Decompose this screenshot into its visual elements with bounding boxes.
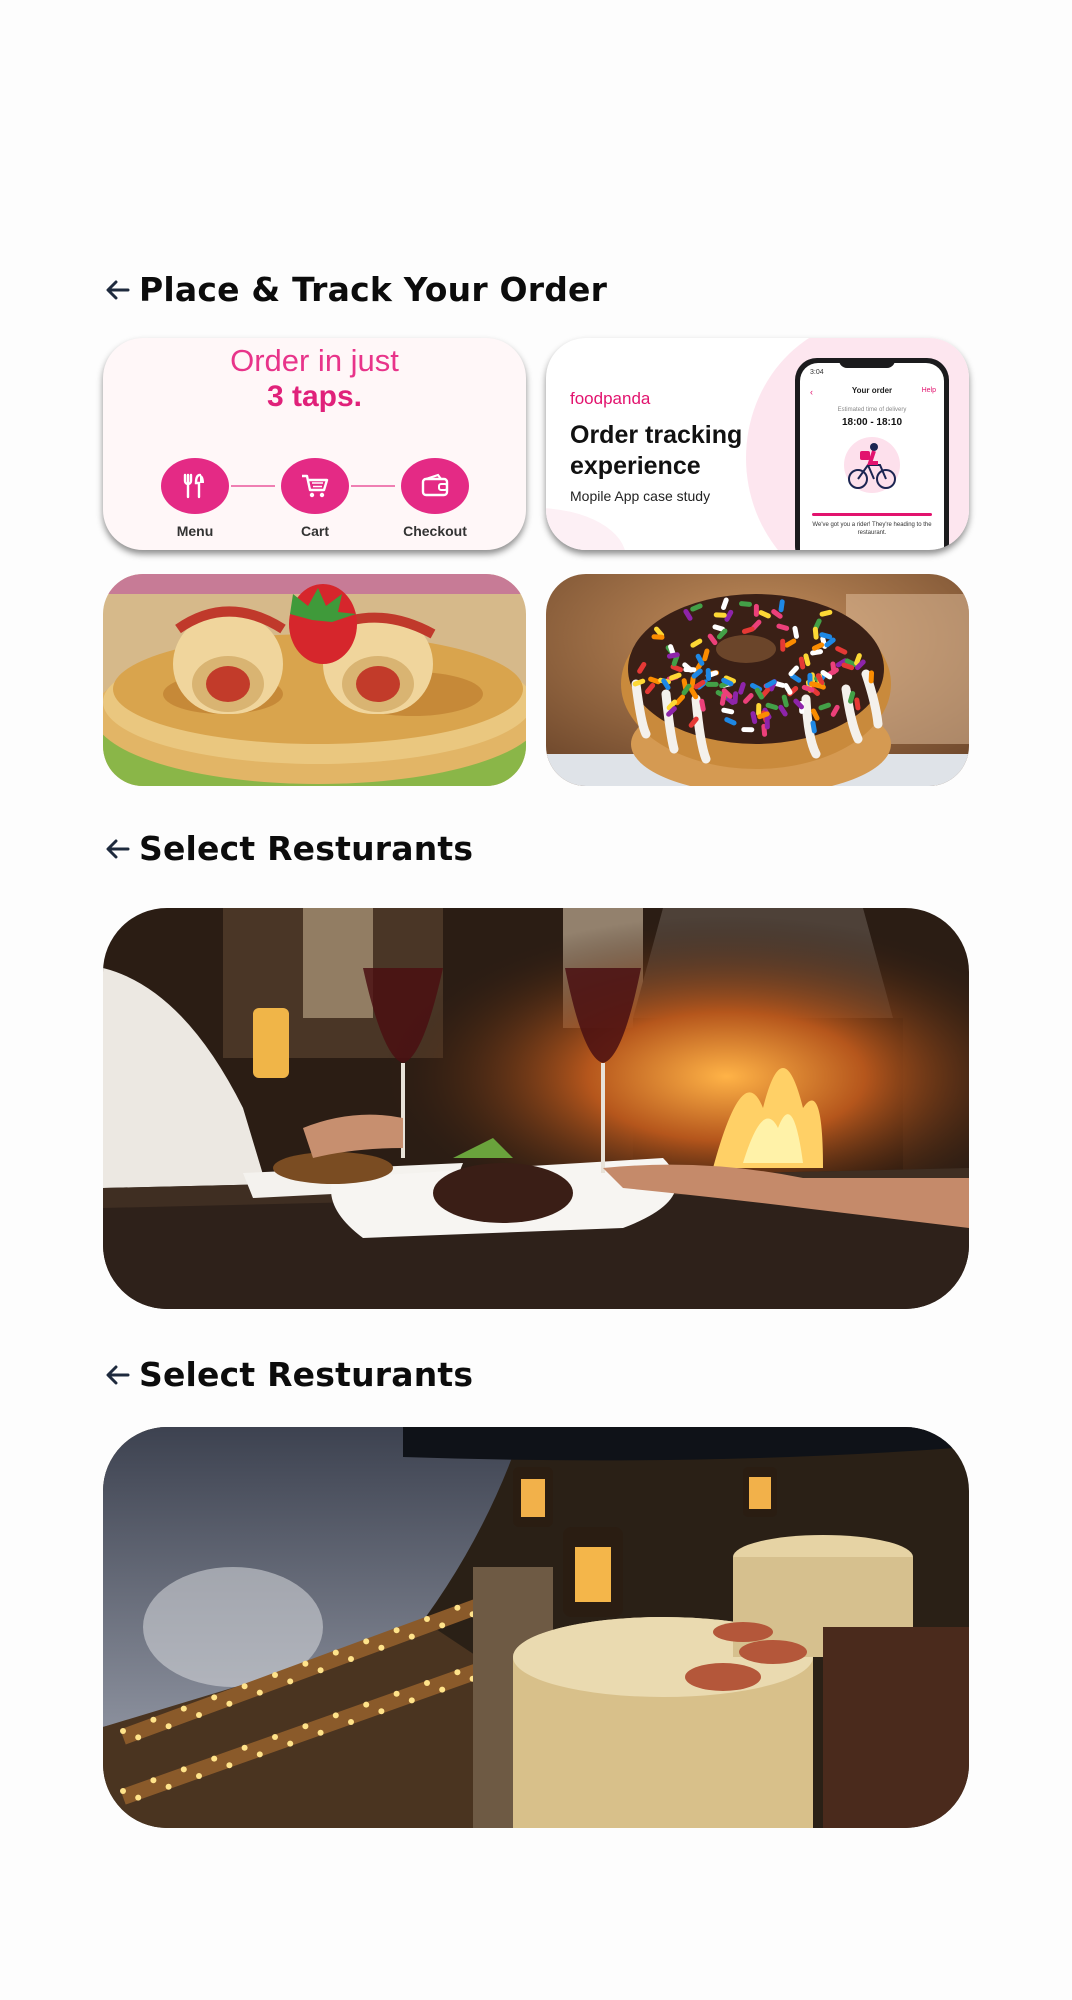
- rider-bicycle-icon: [844, 437, 900, 493]
- brand-name: foodpanda: [570, 389, 651, 408]
- pancakes-illustration: [103, 574, 526, 786]
- section-title: Select Resturants: [139, 1355, 474, 1394]
- eta-label: Estimated time of delivery: [837, 407, 907, 413]
- step-connector: [231, 485, 275, 487]
- utensils-icon: [161, 458, 229, 514]
- order-card-line2: 3 taps.: [266, 380, 363, 413]
- phone-mockup: 3:04 ‹ Your order Help Estimated time of…: [795, 358, 949, 550]
- eta-time: 18:00 - 18:10: [841, 417, 903, 428]
- phone-screen: 3:04 ‹ Your order Help Estimated time of…: [800, 363, 944, 550]
- rider-message: We've got you a rider! They're heading t…: [812, 522, 932, 536]
- donut-illustration: [546, 574, 969, 786]
- section-title: Select Resturants: [139, 829, 474, 868]
- wallet-icon: [401, 458, 469, 514]
- arrow-left-icon[interactable]: [103, 834, 133, 864]
- tracking-headline: Order tracking experience: [570, 421, 743, 480]
- arrow-left-icon[interactable]: [103, 275, 133, 305]
- fireside-dinner-photo[interactable]: [103, 908, 969, 1309]
- step-label-checkout: Checkout: [403, 523, 467, 539]
- order-card-line1: Order in just: [230, 343, 399, 378]
- help-link: Help: [921, 387, 936, 394]
- step-label-menu: Menu: [176, 523, 214, 539]
- cart-icon: [281, 458, 349, 514]
- section-header-order: Place & Track Your Order: [103, 270, 607, 309]
- order-tracking-card[interactable]: foodpanda Order tracking experience Mopi…: [546, 338, 969, 550]
- section-header-restaurants: Select Resturants: [103, 829, 473, 868]
- sprinkle-donut-photo[interactable]: [546, 574, 969, 786]
- beach-dining-illustration: [103, 1427, 969, 1828]
- progress-bar: [812, 513, 932, 516]
- phone-notch: [839, 358, 895, 368]
- fireside-illustration: [103, 908, 969, 1309]
- beach-night-dining-photo[interactable]: [103, 1427, 969, 1828]
- section-title: Place & Track Your Order: [139, 270, 608, 309]
- arrow-left-icon[interactable]: [103, 1360, 133, 1390]
- step-connector: [351, 485, 395, 487]
- step-label-cart: Cart: [300, 523, 329, 539]
- tracking-subtitle: Mopile App case study: [570, 488, 711, 504]
- pancakes-strawberry-photo[interactable]: [103, 574, 526, 786]
- status-time: 3:04: [810, 369, 824, 376]
- section-header-restaurants: Select Resturants: [103, 1355, 473, 1394]
- order-in-three-taps-card[interactable]: Order in just 3 taps. Menu Cart Checkout: [103, 338, 526, 550]
